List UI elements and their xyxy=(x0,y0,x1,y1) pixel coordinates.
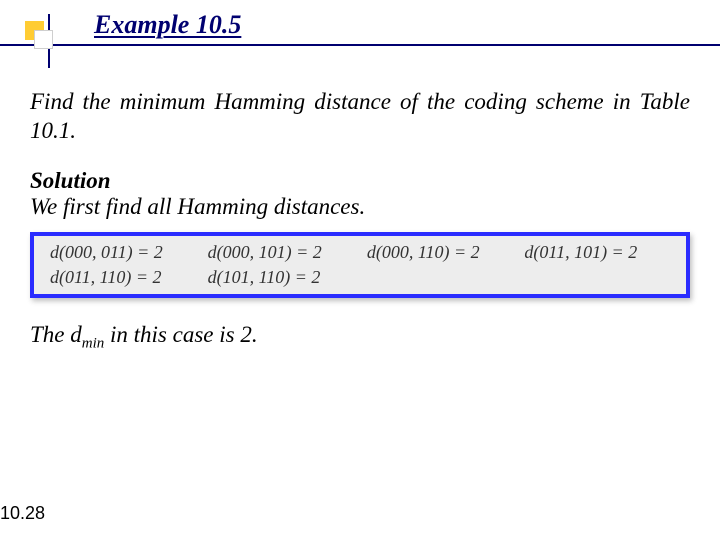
distance-cell: d(000, 110) = 2 xyxy=(361,240,519,265)
conclusion: The dmin in this case is 2. xyxy=(30,322,690,353)
horizontal-rule xyxy=(0,44,720,46)
distance-cell: d(000, 011) = 2 xyxy=(44,240,202,265)
bullet-square-white xyxy=(34,30,53,49)
distance-cell xyxy=(518,265,676,290)
slide-header: Example 10.5 xyxy=(0,0,720,60)
distances-box: d(000, 011) = 2 d(000, 101) = 2 d(000, 1… xyxy=(30,232,690,298)
distance-cell: d(000, 101) = 2 xyxy=(202,240,361,265)
conclusion-pre: The d xyxy=(30,322,82,347)
distances-table: d(000, 011) = 2 d(000, 101) = 2 d(000, 1… xyxy=(44,240,676,290)
slide-title: Example 10.5 xyxy=(94,10,241,40)
distance-cell: d(011, 101) = 2 xyxy=(518,240,676,265)
table-row: d(000, 011) = 2 d(000, 101) = 2 d(000, 1… xyxy=(44,240,676,265)
page-number: 10.28 xyxy=(0,503,45,524)
slide-content: Find the minimum Hamming distance of the… xyxy=(30,88,690,352)
conclusion-subscript: min xyxy=(82,335,105,351)
solution-heading: Solution xyxy=(30,168,690,194)
distance-cell xyxy=(361,265,519,290)
solution-intro: We first find all Hamming distances. xyxy=(30,194,690,220)
problem-statement: Find the minimum Hamming distance of the… xyxy=(30,88,690,146)
distance-cell: d(101, 110) = 2 xyxy=(202,265,361,290)
distance-cell: d(011, 110) = 2 xyxy=(44,265,202,290)
table-row: d(011, 110) = 2 d(101, 110) = 2 xyxy=(44,265,676,290)
conclusion-post: in this case is 2. xyxy=(104,322,257,347)
